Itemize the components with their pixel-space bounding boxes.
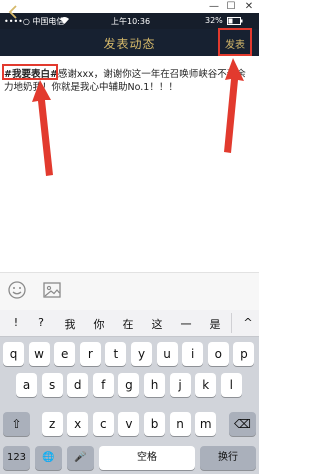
key-p[interactable]: p bbox=[233, 342, 255, 366]
key-v[interactable]: v bbox=[118, 412, 140, 436]
key-x[interactable]: x bbox=[67, 412, 89, 436]
image-icon[interactable] bbox=[42, 280, 62, 300]
key-c[interactable]: c bbox=[92, 412, 114, 436]
key-z[interactable]: z bbox=[41, 412, 63, 436]
status-bar: ••••○ 中国电信 上午10:36 32% bbox=[0, 13, 259, 29]
key-e[interactable]: e bbox=[54, 342, 76, 366]
shift-key[interactable]: ⇧ bbox=[3, 412, 30, 436]
key-f[interactable]: f bbox=[92, 373, 114, 397]
key-i[interactable]: i bbox=[182, 342, 204, 366]
key-g[interactable]: g bbox=[118, 373, 140, 397]
close-window-button[interactable]: ✕ bbox=[240, 1, 258, 12]
arrow-up-to-post bbox=[224, 58, 244, 153]
key-h[interactable]: h bbox=[144, 373, 165, 397]
candidate-item[interactable]: 你 bbox=[87, 316, 111, 332]
wifi-icon bbox=[60, 16, 69, 26]
candidate-divider bbox=[231, 313, 232, 333]
key-q[interactable]: q bbox=[3, 342, 24, 366]
globe-key[interactable]: 🌐 bbox=[35, 446, 62, 470]
key-d[interactable]: d bbox=[67, 373, 89, 397]
key-a[interactable]: a bbox=[16, 373, 37, 397]
microphone-key[interactable]: 🎤 bbox=[67, 446, 94, 470]
key-k[interactable]: k bbox=[195, 373, 217, 397]
annotation-arrows bbox=[32, 58, 244, 176]
collapse-candidates-button[interactable]: ^ bbox=[236, 316, 260, 329]
candidate-item[interactable]: 在 bbox=[116, 316, 140, 332]
maximize-button[interactable]: ☐ bbox=[222, 1, 240, 12]
candidate-item[interactable]: 一 bbox=[174, 316, 198, 332]
battery-percent: 32% bbox=[205, 16, 223, 25]
battery-icon bbox=[227, 17, 243, 27]
candidate-item[interactable]: ? bbox=[29, 316, 53, 329]
key-n[interactable]: n bbox=[169, 412, 191, 436]
chevron-left-icon bbox=[8, 5, 17, 19]
candidate-item[interactable]: 是 bbox=[203, 316, 227, 332]
candidate-item[interactable]: ! bbox=[4, 316, 28, 329]
key-y[interactable]: y bbox=[131, 342, 152, 366]
key-m[interactable]: m bbox=[195, 412, 217, 436]
return-key[interactable]: 换行 bbox=[200, 446, 256, 470]
key-b[interactable]: b bbox=[144, 412, 165, 436]
candidate-item[interactable]: 这 bbox=[145, 316, 169, 332]
arrow-up-to-hashtag bbox=[32, 80, 53, 176]
key-t[interactable]: t bbox=[105, 342, 127, 366]
key-s[interactable]: s bbox=[41, 373, 63, 397]
minimize-button[interactable]: — bbox=[205, 1, 223, 12]
key-u[interactable]: u bbox=[156, 342, 178, 366]
key-w[interactable]: w bbox=[28, 342, 50, 366]
key-r[interactable]: r bbox=[79, 342, 101, 366]
key-l[interactable]: l bbox=[220, 373, 242, 397]
candidate-item[interactable]: 我 bbox=[58, 316, 82, 332]
delete-key[interactable]: ⌫ bbox=[229, 412, 256, 436]
status-time: 上午10:36 bbox=[111, 17, 151, 26]
key-j[interactable]: j bbox=[169, 373, 191, 397]
post-button-highlight-box bbox=[218, 28, 252, 56]
back-button[interactable] bbox=[8, 4, 18, 24]
numbers-key[interactable]: 123 bbox=[3, 446, 30, 470]
space-key[interactable]: 空格 bbox=[99, 446, 195, 470]
attachment-toolbar bbox=[0, 272, 259, 312]
emoji-icon[interactable] bbox=[7, 280, 27, 300]
key-o[interactable]: o bbox=[207, 342, 229, 366]
